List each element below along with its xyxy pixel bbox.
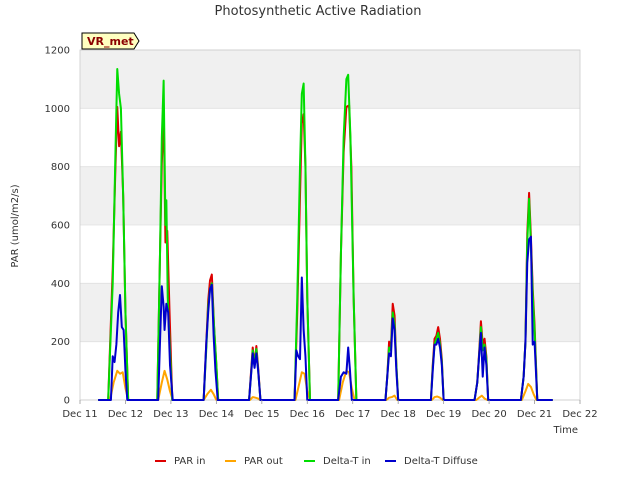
x-tick-label: Dec 20 bbox=[471, 409, 506, 420]
x-tick-label: Dec 22 bbox=[562, 409, 597, 420]
x-tick-label: Dec 19 bbox=[426, 409, 461, 420]
y-axis-label: PAR (umol/m2/s) bbox=[10, 184, 21, 267]
data-series bbox=[98, 67, 553, 401]
y-tick-label: 800 bbox=[51, 162, 70, 173]
chart-title: Photosynthetic Active Radiation bbox=[215, 4, 422, 19]
y-tick-label: 1200 bbox=[45, 46, 70, 57]
legend-label: PAR in bbox=[174, 456, 205, 467]
y-tick-label: 600 bbox=[51, 221, 70, 232]
background-band bbox=[80, 50, 580, 109]
x-tick-label: Dec 11 bbox=[62, 409, 97, 420]
legend-label: PAR out bbox=[244, 456, 283, 467]
y-tick-label: 1000 bbox=[45, 104, 70, 115]
y-axis-ticks: 0 200 400 600 800 1000 1200 bbox=[45, 46, 70, 407]
station-badge: VR_met bbox=[81, 32, 140, 50]
x-tick-label: Dec 14 bbox=[199, 409, 234, 420]
background-bands bbox=[80, 50, 580, 342]
x-tick-label: Dec 21 bbox=[517, 409, 552, 420]
legend-label: Delta-T in bbox=[323, 456, 371, 467]
series-line-par-out bbox=[98, 369, 553, 401]
x-axis-ticks: Dec 11 Dec 12 Dec 13 Dec 14 Dec 15 Dec 16 Dec … bbox=[62, 400, 598, 420]
legend: PAR in PAR out Delta-T in Delta-T Diffuse bbox=[155, 456, 478, 467]
x-tick-label: Dec 17 bbox=[335, 409, 370, 420]
background-band bbox=[80, 283, 580, 342]
x-tick-label: Dec 13 bbox=[153, 409, 188, 420]
x-tick-label: Dec 16 bbox=[290, 409, 325, 420]
chart: 0 200 400 600 800 1000 1200 Dec 11 Dec 12 Dec 13… bbox=[10, 4, 598, 467]
badge-label: VR_met bbox=[87, 35, 134, 48]
y-tick-label: 0 bbox=[64, 396, 70, 407]
x-axis-label: Time bbox=[553, 425, 578, 436]
x-tick-label: Dec 12 bbox=[108, 409, 143, 420]
x-tick-label: Dec 15 bbox=[244, 409, 279, 420]
y-tick-label: 200 bbox=[51, 337, 70, 348]
x-tick-label: Dec 18 bbox=[381, 409, 416, 420]
legend-label: Delta-T Diffuse bbox=[404, 456, 478, 467]
y-tick-label: 400 bbox=[51, 279, 70, 290]
background-band bbox=[80, 166, 580, 225]
